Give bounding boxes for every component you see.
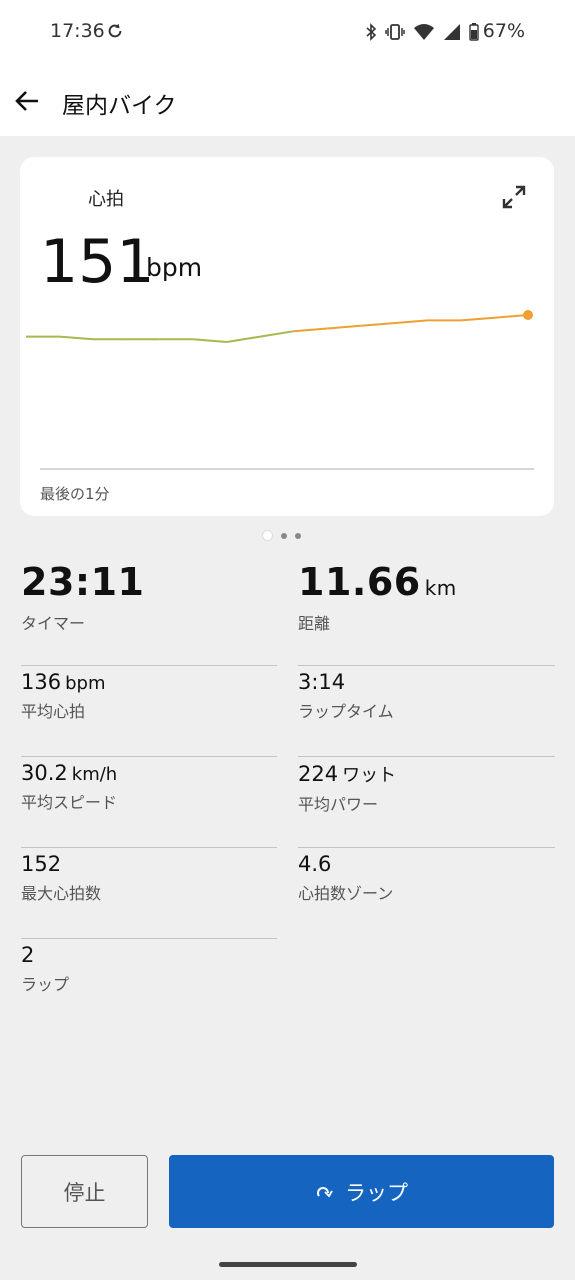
avg-hr-stat: 136 bpm 平均心拍 [21, 670, 105, 722]
home-indicator[interactable] [219, 1262, 357, 1267]
page-title: 屋内バイク [62, 93, 177, 119]
timer-value: 23:11 [21, 560, 145, 604]
battery-percent: 67% [482, 20, 525, 42]
avg-power-stat: 224 ワット 平均パワー [298, 761, 396, 815]
distance-stat: 11.66 km 距離 [298, 560, 457, 634]
chart-line-segment [494, 314, 529, 319]
divider [298, 756, 555, 757]
avg-hr-value: 136 [21, 670, 62, 694]
page-dot[interactable] [295, 532, 301, 539]
chart-line-segment [59, 335, 94, 341]
laps-stat: 2 ラップ [21, 943, 69, 995]
divider [298, 665, 555, 666]
hr-zone-value: 4.6 [298, 852, 332, 876]
page-dot[interactable] [281, 532, 287, 539]
lap-time-label: ラップタイム [298, 702, 394, 721]
divider [21, 665, 277, 666]
avg-power-unit: ワット [342, 765, 397, 786]
chart-line-segment [394, 319, 428, 325]
timer-stat: 23:11 タイマー [21, 560, 144, 634]
chart-current-point [523, 310, 533, 320]
avg-hr-label: 平均心拍 [21, 702, 86, 721]
chart-line-segment [293, 327, 328, 333]
chart-line-segment [460, 316, 495, 322]
divider [21, 756, 277, 757]
heart-rate-chart [26, 310, 534, 470]
sync-icon [108, 23, 122, 38]
timer-label: タイマー [21, 614, 86, 633]
page-indicator [262, 530, 301, 541]
signal-icon [444, 24, 460, 40]
heart-rate-card[interactable]: 心拍 151 bpm 最後の1分 [20, 157, 554, 516]
app-bar: 屋内バイク [0, 66, 575, 136]
back-arrow-icon[interactable] [12, 86, 42, 116]
avg-hr-unit: bpm [65, 673, 106, 694]
hr-zone-stat: 4.6 心拍数ゾーン [298, 852, 393, 904]
max-hr-label: 最大心拍数 [21, 884, 102, 903]
distance-unit: km [424, 576, 457, 600]
avg-speed-label: 平均スピード [21, 793, 118, 812]
avg-power-label: 平均パワー [298, 795, 379, 814]
vibrate-icon [385, 24, 405, 40]
distance-value: 11.66 [298, 560, 421, 604]
divider [298, 847, 555, 848]
avg-speed-value: 30.2 [21, 761, 68, 785]
heart-rate-value: 151 [40, 227, 155, 297]
lap-time-value: 3:14 [298, 670, 346, 694]
laps-label: ラップ [21, 975, 70, 994]
distance-label: 距離 [298, 614, 331, 633]
status-bar: 17:36 67% [0, 0, 575, 66]
avg-power-value: 224 [298, 762, 339, 786]
lap-button[interactable]: ラップ [169, 1155, 554, 1228]
status-time: 17:36 [50, 20, 105, 42]
avg-speed-stat: 30.2 km/h 平均スピード [21, 761, 117, 813]
heart-rate-unit: bpm [146, 253, 203, 282]
lap-icon [317, 1186, 333, 1197]
expand-icon[interactable] [502, 185, 526, 209]
chart-line-segment [360, 322, 395, 327]
chart-line-segment [327, 324, 361, 330]
hr-zone-label: 心拍数ゾーン [298, 884, 394, 903]
bluetooth-icon [366, 23, 377, 41]
chart-line-segment [226, 335, 261, 343]
metric-label: 心拍 [88, 189, 124, 210]
wifi-icon [414, 24, 434, 40]
stop-button-label: 停止 [63, 1180, 106, 1205]
chart-line-segment [193, 338, 227, 343]
avg-speed-unit: km/h [71, 764, 118, 785]
battery-icon [469, 23, 479, 41]
lap-button-label: ラップ [345, 1180, 408, 1205]
max-hr-value: 152 [21, 852, 62, 876]
chart-footer: 最後の1分 [40, 485, 110, 503]
laps-value: 2 [21, 943, 35, 967]
divider [21, 938, 277, 939]
chart-line-segment [260, 330, 294, 338]
page-dot-active[interactable] [262, 530, 273, 541]
stop-button[interactable]: 停止 [21, 1155, 148, 1228]
max-hr-stat: 152 最大心拍数 [21, 852, 101, 904]
divider [21, 847, 277, 848]
lap-time-stat: 3:14 ラップタイム [298, 670, 394, 722]
